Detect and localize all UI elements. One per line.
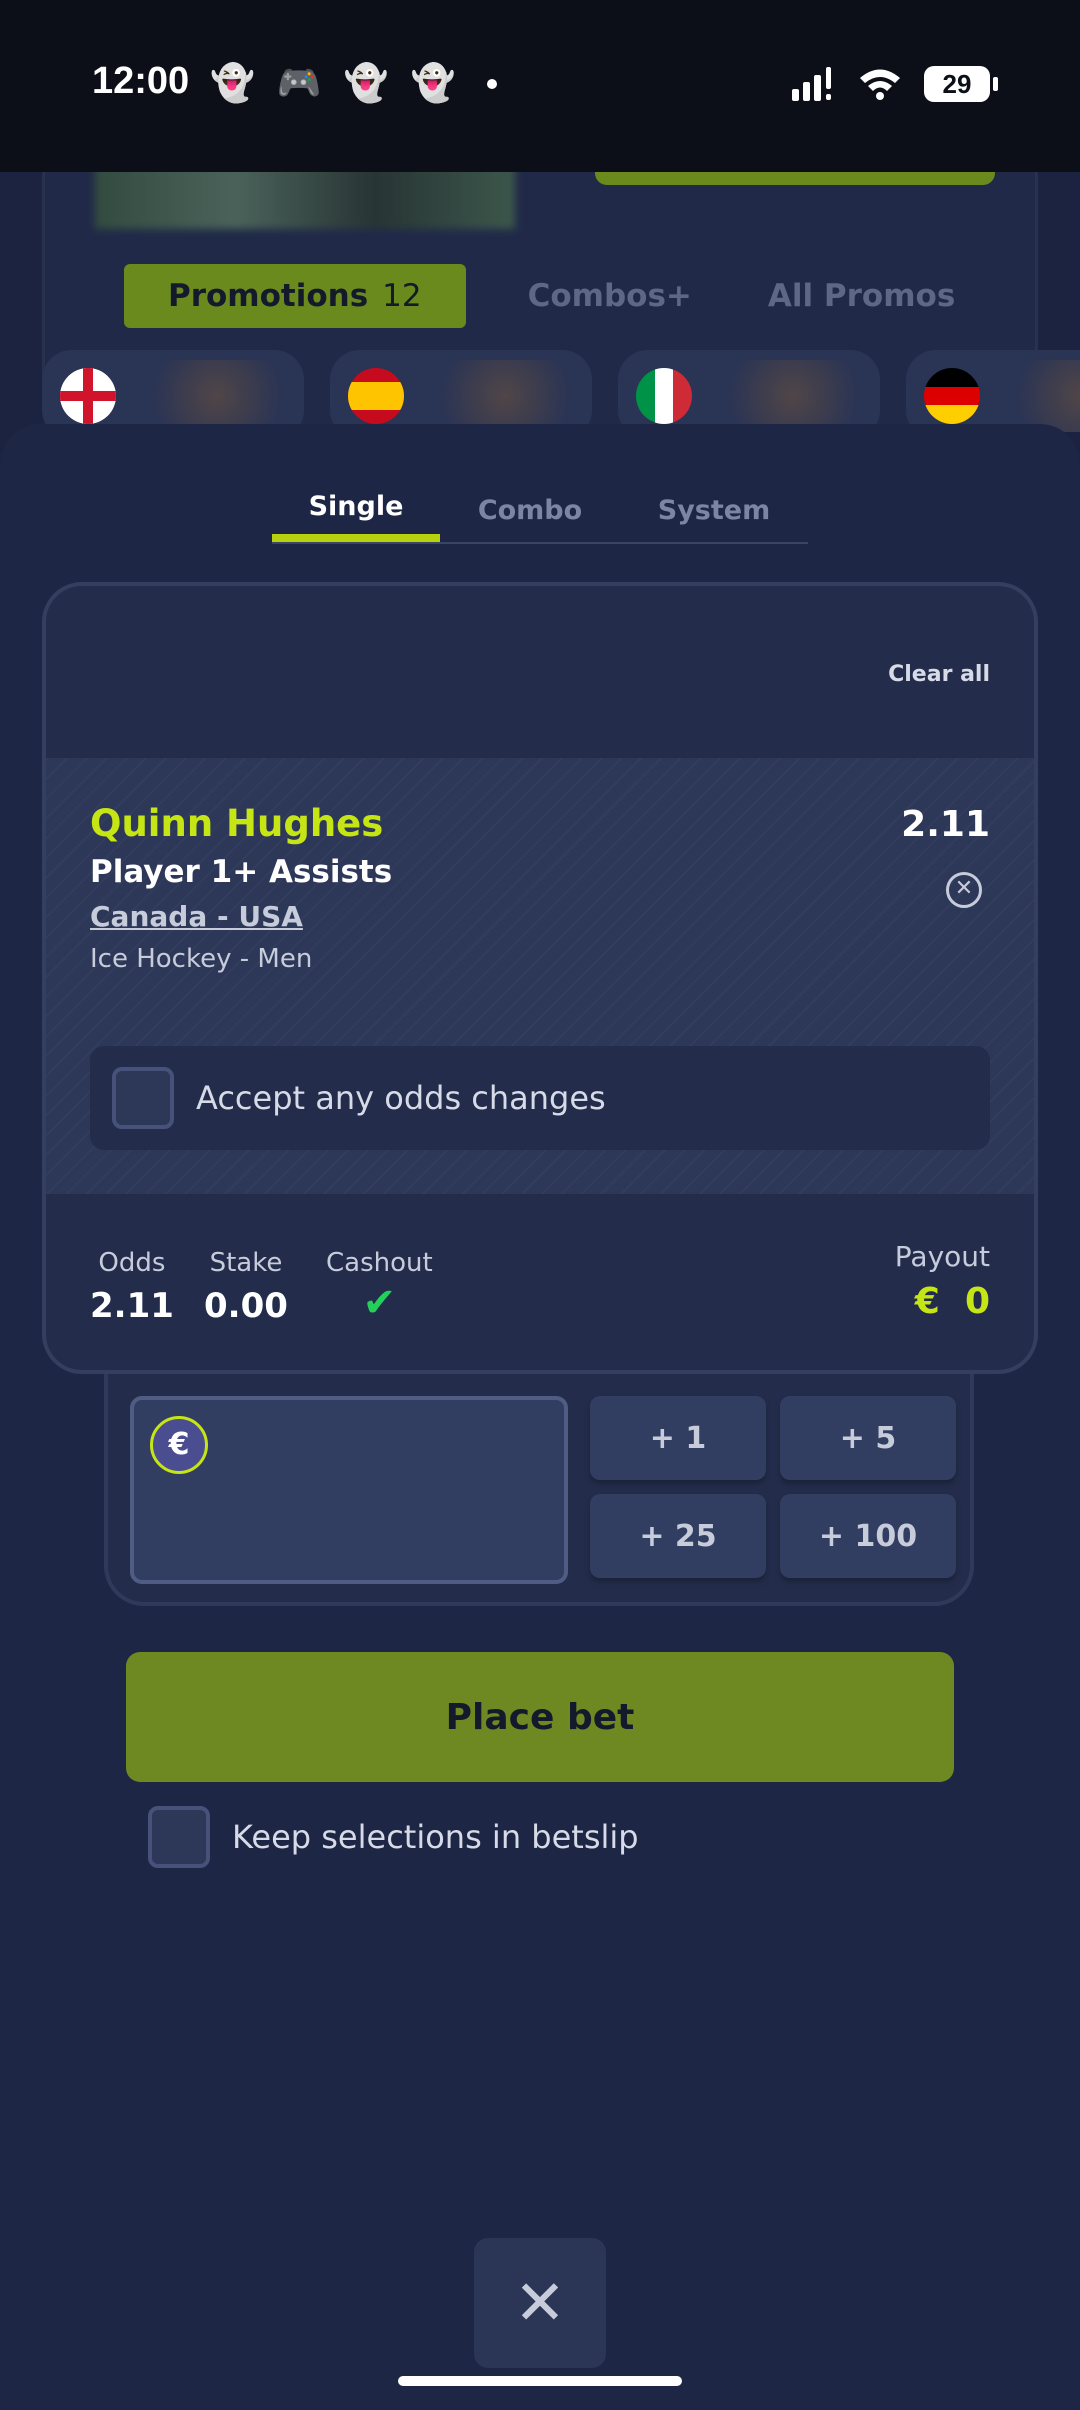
quick-stake-100-button[interactable]: + 100 (780, 1494, 956, 1578)
quick-stake-1-button[interactable]: + 1 (590, 1396, 766, 1480)
summary-odds: Odds 2.11 (90, 1248, 174, 1326)
player-image (430, 360, 580, 432)
euro-currency-icon: € (150, 1416, 208, 1474)
accept-odds-checkbox[interactable] (112, 1067, 174, 1129)
tab-single[interactable]: Single (272, 478, 440, 542)
keep-selections-checkbox[interactable] (148, 1806, 210, 1868)
tab-combos-plus[interactable]: Combos+ (514, 278, 706, 314)
stake-panel: € + 1 + 5 + 25 + 100 (104, 1374, 974, 1606)
tab-combo[interactable]: Combo (440, 478, 620, 542)
summary-payout: Payout € 0 (895, 1240, 990, 1322)
tab-promotions-label: Promotions (168, 278, 369, 314)
banner-image (95, 172, 515, 229)
match-card-italy[interactable] (618, 350, 880, 432)
italy-flag-icon (636, 368, 692, 424)
clear-all-button[interactable]: Clear all (888, 662, 990, 687)
selection-player: Quinn Hughes (90, 802, 384, 845)
summary-stake: Stake 0.00 (204, 1248, 288, 1326)
payout-value: € 0 (895, 1281, 990, 1322)
system-icons: 29 (792, 66, 998, 102)
payout-amount: 0 (964, 1281, 990, 1322)
tab-promotions[interactable]: Promotions 12 (124, 264, 466, 328)
background-page: DEPOSIT NOW Promotions 12 Combos+ All Pr… (0, 172, 1080, 432)
remove-selection-close-icon[interactable]: ✕ (946, 872, 982, 908)
germany-flag-icon (924, 368, 980, 424)
status-bar: 12:00 👻 🎮 👻 👻 29 (0, 0, 1080, 172)
cashout-check-icon: ✔ (362, 1280, 397, 1326)
match-card-germany[interactable] (906, 350, 1080, 432)
tab-system[interactable]: System (620, 478, 808, 542)
wifi-icon (860, 69, 900, 100)
featured-matches-row (42, 350, 1080, 432)
place-bet-button[interactable]: Place bet (126, 1652, 954, 1782)
player-image (142, 360, 292, 432)
accept-odds-label: Accept any odds changes (196, 1079, 606, 1117)
discord-icon: 🎮 (276, 63, 322, 104)
quick-stake-25-button[interactable]: + 25 (590, 1494, 766, 1578)
match-card-spain[interactable] (330, 350, 592, 432)
signal-icon (792, 67, 831, 101)
stake-value: 0.00 (204, 1286, 288, 1326)
selection-market: Player 1+ Assists (90, 854, 393, 890)
quick-stake-5-button[interactable]: + 5 (780, 1396, 956, 1480)
cashout-label: Cashout (326, 1248, 433, 1278)
summary-cashout: Cashout ✔ (326, 1248, 433, 1326)
selection-sport: Ice Hockey - Men (90, 944, 313, 974)
bet-selection: Quinn Hughes Player 1+ Assists Canada - … (46, 758, 1034, 1194)
bet-summary: Odds 2.11 Stake 0.00 Cashout ✔ Payout € … (46, 1194, 1034, 1370)
betslip-card: Clear all Quinn Hughes Player 1+ Assists… (42, 582, 1038, 1374)
selection-odds: 2.11 (901, 804, 990, 845)
notification-icons: 👻 🎮 👻 👻 (210, 63, 498, 104)
payout-currency: € (914, 1281, 940, 1322)
stake-label: Stake (209, 1248, 283, 1278)
close-icon[interactable]: ✕ (474, 2238, 606, 2368)
player-image (718, 360, 868, 432)
selection-event-link[interactable]: Canada - USA (90, 900, 303, 933)
spain-flag-icon (348, 368, 404, 424)
player-image (1006, 360, 1080, 432)
battery-icon: 29 (924, 66, 998, 102)
snapchat-icon: 👻 (210, 63, 255, 104)
payout-label: Payout (894, 1240, 990, 1273)
status-time: 12:00 (92, 60, 190, 102)
odds-label: Odds (98, 1248, 166, 1278)
tab-all-promos[interactable]: All Promos (754, 278, 969, 314)
promo-tabs: Promotions 12 Combos+ All Promos (124, 264, 969, 328)
accept-odds-row[interactable]: Accept any odds changes (90, 1046, 990, 1150)
tab-promotions-count: 12 (382, 278, 422, 314)
stake-input[interactable]: € (130, 1396, 568, 1584)
snapchat-icon: 👻 (343, 63, 389, 104)
more-notifications-icon (487, 79, 498, 89)
home-indicator[interactable] (398, 2376, 682, 2386)
match-card-england[interactable] (42, 350, 304, 432)
england-flag-icon (60, 368, 116, 424)
keep-selections-row[interactable]: Keep selections in betslip (148, 1806, 639, 1868)
snapchat-icon: 👻 (410, 63, 456, 104)
keep-selections-label: Keep selections in betslip (232, 1818, 639, 1856)
bet-type-tabs: Single Combo System (272, 478, 808, 544)
odds-value: 2.11 (90, 1286, 174, 1326)
deposit-now-button[interactable]: DEPOSIT NOW (595, 172, 995, 185)
betslip-sheet: Single Combo System Clear all Quinn Hugh… (0, 424, 1080, 2410)
